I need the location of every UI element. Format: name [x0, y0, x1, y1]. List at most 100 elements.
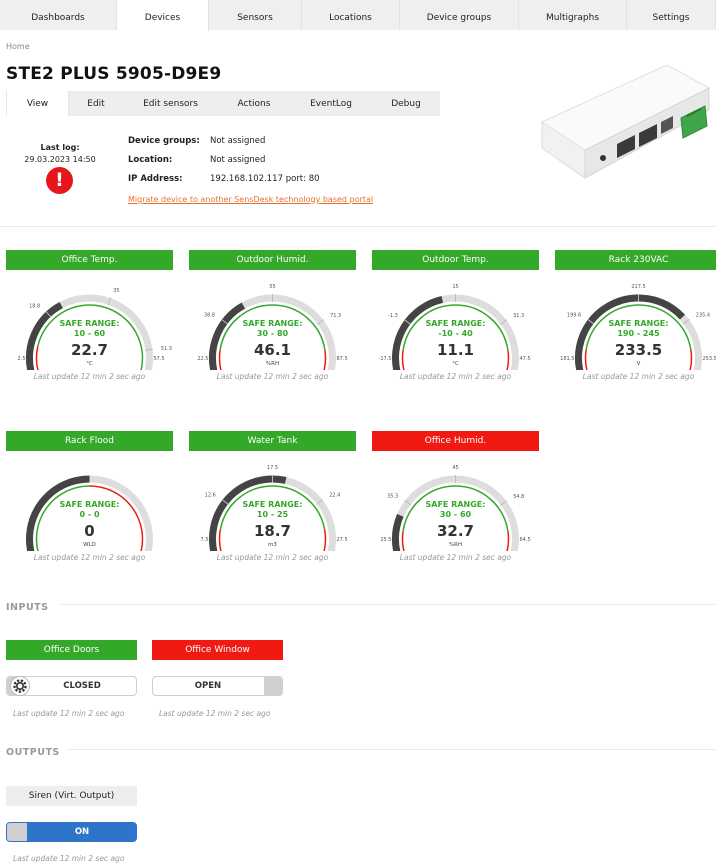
sensor-last-update: Last update 12 min 2 sec ago	[399, 372, 512, 381]
sensor-name[interactable]: Rack Flood	[6, 431, 173, 451]
sensor-name[interactable]: Office Temp.	[6, 250, 173, 270]
info-row-ip-address: IP Address: 192.168.102.117 port: 80	[128, 174, 320, 193]
sensor-last-update: Last update 12 min 2 sec ago	[399, 553, 512, 562]
gauge-tick-label: 55	[269, 284, 275, 290]
sensor-value: 233.5	[615, 341, 662, 359]
sensor-value: 18.7	[254, 522, 291, 540]
sensor-gauge-card[interactable]: Rack Flood SAFE RANGE: 0 - 0 0 WLD Last updat…	[6, 431, 173, 562]
tab-edit[interactable]: Edit	[69, 91, 123, 116]
gauge-value-fill	[392, 514, 404, 551]
sensor-name[interactable]: Outdoor Temp.	[372, 250, 539, 270]
info-value: Not assigned	[210, 136, 266, 146]
output-siren-switch[interactable]: ON	[6, 822, 137, 842]
gauge-alarm-arc-high	[506, 531, 510, 551]
gauge-dial: 7.5 12.6 17.5 22.4 27.5 SAFE RANGE:10 - 25 18.…	[201, 465, 348, 551]
last-log: Last log: 29.03.2023 14:50	[18, 143, 102, 164]
gauge-dial: 22.5 38.8 55 71.3 87.5 SAFE RANGE:30 - 80 46.1…	[197, 284, 348, 370]
gauge-alarm-arc-low	[218, 350, 222, 370]
sensor-gauge-card[interactable]: Office Temp. 2.5 18.8 35 51.3 57.5 SAFE RANGE:…	[6, 250, 173, 381]
gauge-tick-label: 15	[452, 284, 458, 290]
sensor-gauge-card[interactable]: Water Tank 7.5 12.6 17.5 22.4 27.5 SAFE RANGE:…	[189, 431, 356, 562]
device-image	[540, 64, 711, 179]
tab-debug[interactable]: Debug	[372, 91, 440, 116]
sensor-unit: WLD	[83, 542, 96, 548]
input-office-doors-header[interactable]: Office Doors	[6, 640, 137, 660]
sensor-last-update: Last update 12 min 2 sec ago	[33, 372, 146, 381]
gauge-tick-label: 35.3	[387, 493, 398, 499]
safe-range-label: SAFE RANGE:	[426, 319, 486, 328]
nav-tab-multigraphs[interactable]: Multigraphs	[519, 0, 627, 30]
migrate-link[interactable]: Migrate device to another SensDesk techn…	[128, 195, 373, 204]
safe-range-label: SAFE RANGE:	[426, 500, 486, 509]
safe-range-value: 30 - 60	[440, 510, 472, 519]
sensor-unit: %RH	[449, 542, 462, 548]
sensor-gauge-card[interactable]: Rack 230VAC 181.5 199.6 217.5 235.4 253.5 SAFE…	[555, 250, 716, 381]
gauge-tick-label: 27.5	[337, 537, 348, 543]
gear-icon[interactable]	[10, 676, 30, 696]
gauge-tick-label: 17.5	[267, 465, 278, 471]
input-office-window-header[interactable]: Office Window	[152, 640, 283, 660]
sensor-gauge-card[interactable]: Outdoor Temp. -17.5 -1.3 15 31.3 47.5 SAFE RAN…	[372, 250, 539, 381]
gauge-tick-label: 22.4	[329, 493, 340, 499]
nav-tab-locations[interactable]: Locations	[302, 0, 400, 30]
switch-knob	[7, 823, 27, 841]
gauge-tick-label: 12.6	[205, 493, 216, 499]
gauge-alarm-arc-low	[401, 350, 405, 370]
sensor-value: 0	[84, 522, 94, 540]
gauge-tick-label: 199.6	[567, 312, 581, 318]
tab-actions[interactable]: Actions	[218, 91, 290, 116]
sensor-unit: m3	[268, 542, 277, 548]
input-office-doors-updated: Last update 12 min 2 sec ago	[13, 709, 125, 718]
safe-range-label: SAFE RANGE:	[60, 500, 120, 509]
gauge-tick-label: 235.4	[696, 312, 710, 318]
sensor-name[interactable]: Water Tank	[189, 431, 356, 451]
nav-tab-device-groups[interactable]: Device groups	[400, 0, 519, 30]
sensor-name[interactable]: Rack 230VAC	[555, 250, 716, 270]
gauge-tick-label: 7.5	[201, 537, 209, 543]
nav-tab-sensors[interactable]: Sensors	[209, 0, 302, 30]
output-siren-header[interactable]: Siren (Virt. Output)	[6, 786, 137, 806]
switch-state: OPEN	[194, 681, 222, 691]
gauge-tick-label: 181.5	[560, 356, 574, 362]
gauge-tick-label: -1.3	[388, 313, 398, 319]
output-siren-updated: Last update 12 min 2 sec ago	[13, 854, 125, 863]
input-office-window-switch[interactable]: OPEN	[152, 676, 283, 696]
gauge-tick-label: 47.5	[520, 356, 531, 362]
nav-tab-settings[interactable]: Settings	[627, 0, 716, 30]
sensor-gauge-card[interactable]: Outdoor Humid. 22.5 38.8 55 71.3 87.5 SAFE RAN…	[189, 250, 356, 381]
info-key: Location:	[128, 155, 173, 165]
last-log-label: Last log:	[40, 143, 80, 152]
sensor-unit: °C	[86, 361, 93, 367]
tab-edit-sensors[interactable]: Edit sensors	[123, 91, 218, 116]
device-tabs: View Edit Edit sensors Actions EventLog …	[6, 91, 440, 116]
gauge-tick-label: 38.8	[204, 313, 215, 319]
nav-tab-dashboards[interactable]: Dashboards	[0, 0, 117, 30]
sensor-last-update: Last update 12 min 2 sec ago	[582, 372, 695, 381]
gauge-tick-label: 51.3	[161, 346, 172, 352]
safe-range-label: SAFE RANGE:	[243, 500, 303, 509]
gauge-tick-label: 35	[113, 288, 119, 294]
tab-view[interactable]: View	[6, 91, 69, 116]
sensor-name[interactable]: Outdoor Humid.	[189, 250, 356, 270]
sensor-name[interactable]: Office Humid.	[372, 431, 539, 451]
gauge-tick-label: 22.5	[197, 356, 208, 362]
sensor-last-update: Last update 12 min 2 sec ago	[216, 372, 329, 381]
gauge-tick-label: 54.8	[513, 494, 524, 500]
safe-range-value: 10 - 60	[74, 329, 106, 338]
page-title: STE2 PLUS 5905-D9E9	[6, 64, 222, 84]
breadcrumb[interactable]: Home	[6, 42, 30, 51]
tab-eventlog[interactable]: EventLog	[290, 91, 372, 116]
sensor-gauge-card[interactable]: Office Humid. 25.5 35.3 45 54.8 64.5 SAFE RANG…	[372, 431, 539, 562]
switch-state: ON	[27, 823, 136, 841]
gauge-alarm-arc-low	[584, 349, 588, 370]
last-log-date: 29.03.2023 14:50	[24, 155, 96, 164]
gauge-tick-label: 253.5	[703, 356, 716, 362]
sensor-value: 11.1	[437, 341, 474, 359]
safe-range-value: -10 - 40	[438, 329, 473, 338]
gauge-tick-label: 57.5	[154, 356, 165, 362]
safe-range-label: SAFE RANGE:	[243, 319, 303, 328]
nav-tab-devices[interactable]: Devices	[117, 0, 209, 31]
gauge-tick-label: 87.5	[337, 356, 348, 362]
gauge-tick-label: 71.3	[330, 313, 341, 319]
gauge-dial: 181.5 199.6 217.5 235.4 253.5 SAFE RANGE:190 …	[560, 284, 716, 370]
